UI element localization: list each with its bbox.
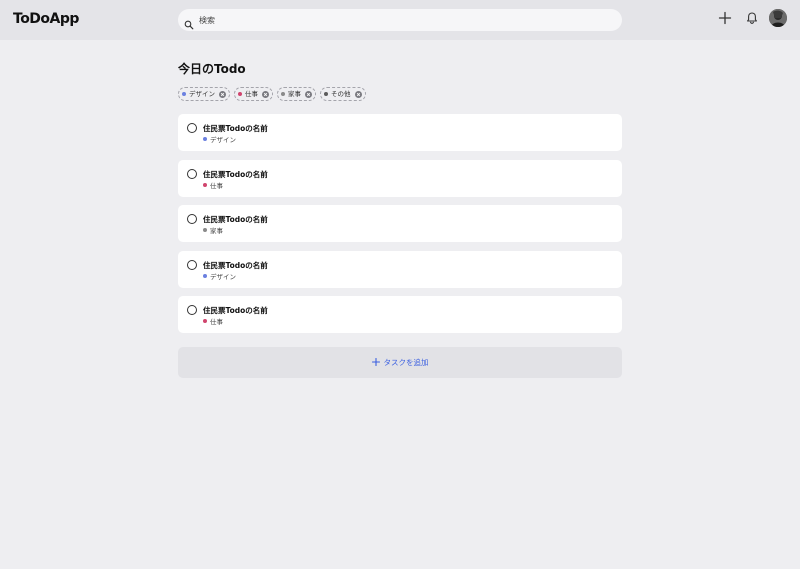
category-dot-icon: [203, 182, 207, 187]
complete-checkbox[interactable]: [187, 168, 197, 179]
search-bar[interactable]: [178, 9, 622, 31]
remove-filter-icon[interactable]: [262, 90, 269, 98]
category-dot-icon: [203, 319, 207, 323]
complete-checkbox[interactable]: [187, 259, 197, 270]
plus-icon: [371, 358, 380, 366]
todo-name: 住民票Todoの名前: [203, 306, 268, 315]
search-input[interactable]: [199, 9, 609, 31]
app-header: ToDoApp: [0, 0, 800, 40]
add-button[interactable]: [717, 10, 733, 26]
page-title: 今日のTodo: [178, 62, 246, 76]
todo-category: デザイン: [203, 134, 236, 144]
todo-name: 住民票Todoの名前: [203, 260, 268, 270]
todo-name: 住民票Todoの名前: [203, 124, 268, 133]
complete-checkbox[interactable]: [187, 123, 197, 133]
category-dot-icon: [203, 137, 207, 141]
category-dot-icon: [324, 92, 328, 96]
app-logo[interactable]: ToDoApp: [13, 11, 79, 27]
notifications-button[interactable]: [744, 10, 760, 26]
todo-item[interactable]: 住民票Todoの名前仕事: [178, 296, 622, 333]
todo-item[interactable]: 住民票Todoの名前家事: [178, 205, 622, 242]
todo-category: 家事: [203, 225, 223, 235]
complete-checkbox[interactable]: [187, 305, 197, 315]
category-dot-icon: [182, 92, 186, 96]
category-dot-icon: [281, 92, 285, 96]
remove-filter-icon[interactable]: [219, 90, 226, 98]
todo-list: 住民票Todoの名前 デザイン 住民票Todoの名前 仕事 住民票Todoの名前 家事 住民…: [178, 114, 622, 342]
todo-category-label: デザイン: [210, 136, 236, 144]
todo-category-label: 家事: [210, 227, 223, 235]
remove-filter-icon[interactable]: [305, 90, 312, 98]
category-dot-icon: [203, 273, 207, 278]
todo-category: 仕事: [203, 316, 223, 326]
category-dot-icon: [203, 228, 207, 232]
remove-filter-icon[interactable]: [354, 90, 362, 98]
filter-chip[interactable]: デザイン: [178, 87, 230, 101]
todo-item[interactable]: 住民票Todoの名前仕事: [178, 159, 622, 197]
todo-category-label: デザイン: [210, 272, 236, 281]
category-filters: デザイン 仕事 家事 その他: [178, 87, 370, 101]
search-icon: [184, 15, 194, 30]
todo-name: 住民票Todoの名前: [203, 215, 268, 224]
todo-item[interactable]: 住民票Todoの名前デザイン: [178, 114, 622, 151]
filter-chip[interactable]: 仕事: [234, 87, 273, 101]
todo-category-label: 仕事: [210, 181, 223, 190]
category-dot-icon: [238, 92, 242, 96]
todo-category-label: 仕事: [210, 318, 223, 326]
filter-chip-label: その他: [331, 90, 351, 98]
bell-icon: [747, 12, 757, 24]
filter-chip-label: 仕事: [245, 90, 258, 98]
todo-name: 住民票Todoの名前: [203, 169, 268, 179]
add-task-label: タスクを追加: [383, 358, 429, 367]
todo-category: デザイン: [203, 271, 236, 281]
avatar[interactable]: [769, 9, 787, 27]
todo-item[interactable]: 住民票Todoの名前デザイン: [178, 250, 622, 288]
avatar-photo: [769, 9, 787, 27]
filter-chip[interactable]: 家事: [277, 87, 316, 101]
complete-checkbox[interactable]: [187, 214, 197, 224]
todo-category: 仕事: [203, 180, 223, 190]
plus-icon: [718, 11, 732, 25]
add-task-button[interactable]: タスクを追加: [178, 347, 622, 378]
filter-chip-label: デザイン: [189, 90, 215, 98]
filter-chip-label: 家事: [288, 90, 301, 98]
filter-chip[interactable]: その他: [320, 87, 366, 101]
